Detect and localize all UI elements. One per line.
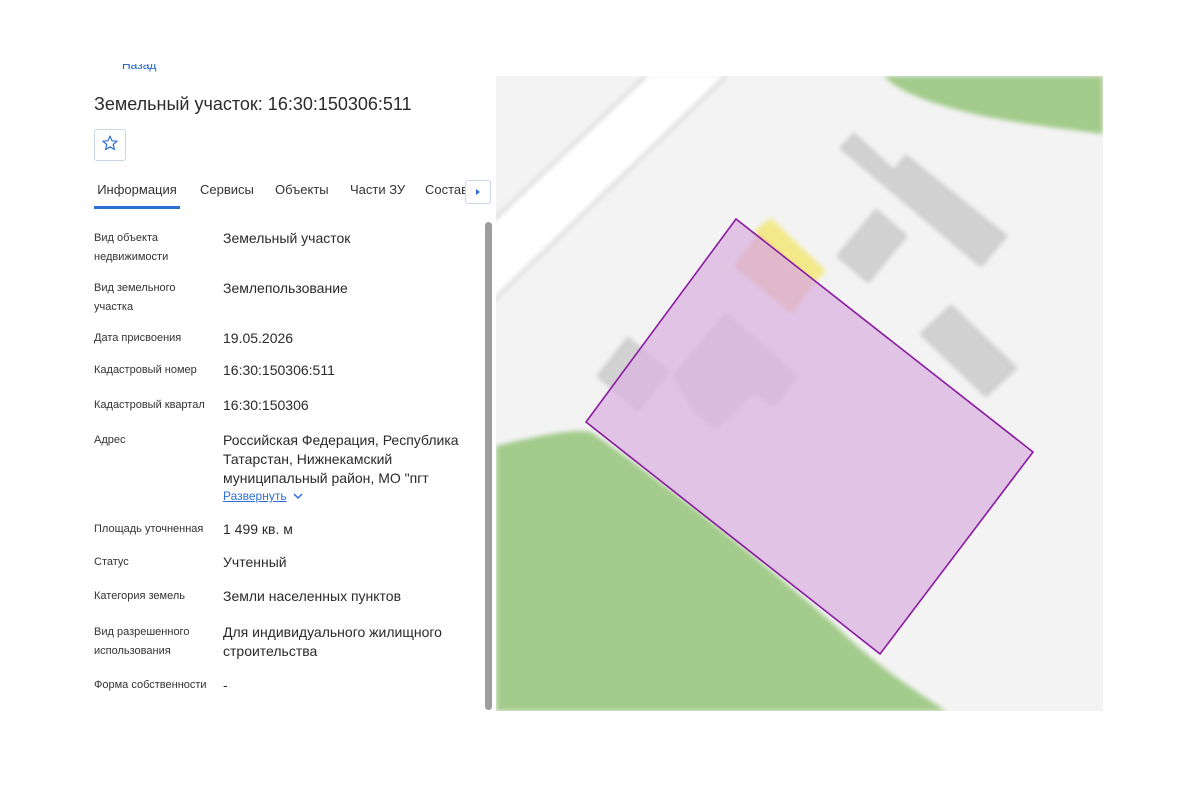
label-land-category: Категория земель [94, 590, 185, 602]
value-cadastral-number: 16:30:150306:511 [223, 362, 335, 378]
label-object-type: Вид объекта недвижимости [94, 232, 169, 263]
back-link[interactable]: Назад [122, 64, 212, 78]
page-title: Земельный участок: 16:30:150306:511 [94, 94, 412, 114]
expand-address-link[interactable]: Развернуть [223, 489, 303, 503]
value-assignment-date: 19.05.2026 [223, 330, 294, 346]
label-ownership-form: Форма собственности [94, 679, 207, 691]
label-cadastral-number: Кадастровый номер [94, 364, 197, 376]
label-assignment-date: Дата присвоения [94, 332, 182, 344]
value-ownership-form: - [223, 677, 228, 693]
value-status: Учтенный [223, 554, 287, 570]
value-address: Российская Федерация, Республика Татарст… [223, 432, 459, 486]
tab-information[interactable]: Информация [94, 176, 180, 208]
label-permitted-use: Вид разрешенного использования [94, 626, 190, 657]
label-address: Адрес [94, 434, 126, 446]
tab-services[interactable]: Сервисы [200, 176, 254, 208]
caret-right-icon [474, 183, 482, 201]
tab-objects[interactable]: Объекты [275, 176, 329, 208]
value-area: 1 499 кв. м [223, 521, 293, 537]
label-cadastral-quarter: Кадастровый квартал [94, 399, 205, 411]
favorite-button[interactable] [94, 129, 126, 161]
value-parcel-type: Землепользование [223, 280, 348, 296]
chevron-down-icon [293, 489, 303, 503]
label-area: Площадь уточненная [94, 523, 204, 535]
tab-bar: Информация Сервисы Объекты Части ЗУ Сост… [94, 176, 492, 208]
expand-label: Развернуть [223, 489, 287, 503]
value-cadastral-quarter: 16:30:150306 [223, 397, 309, 413]
value-permitted-use: Для индивидуального жилищного строительс… [223, 624, 442, 659]
value-land-category: Земли населенных пунктов [223, 588, 402, 604]
star-outline-icon [101, 134, 119, 157]
map-canvas [496, 76, 1103, 711]
label-parcel-type: Вид земельного участка [94, 282, 176, 313]
tabs-scroll-right-button[interactable] [465, 180, 491, 204]
value-object-type: Земельный участок [223, 230, 351, 246]
active-tab-indicator [94, 207, 180, 209]
info-scrollbar[interactable] [485, 222, 492, 710]
label-status: Статус [94, 556, 129, 568]
map-view[interactable] [496, 76, 1103, 711]
tab-parts[interactable]: Части ЗУ [350, 176, 405, 208]
tab-composition[interactable]: Состав [425, 176, 468, 208]
